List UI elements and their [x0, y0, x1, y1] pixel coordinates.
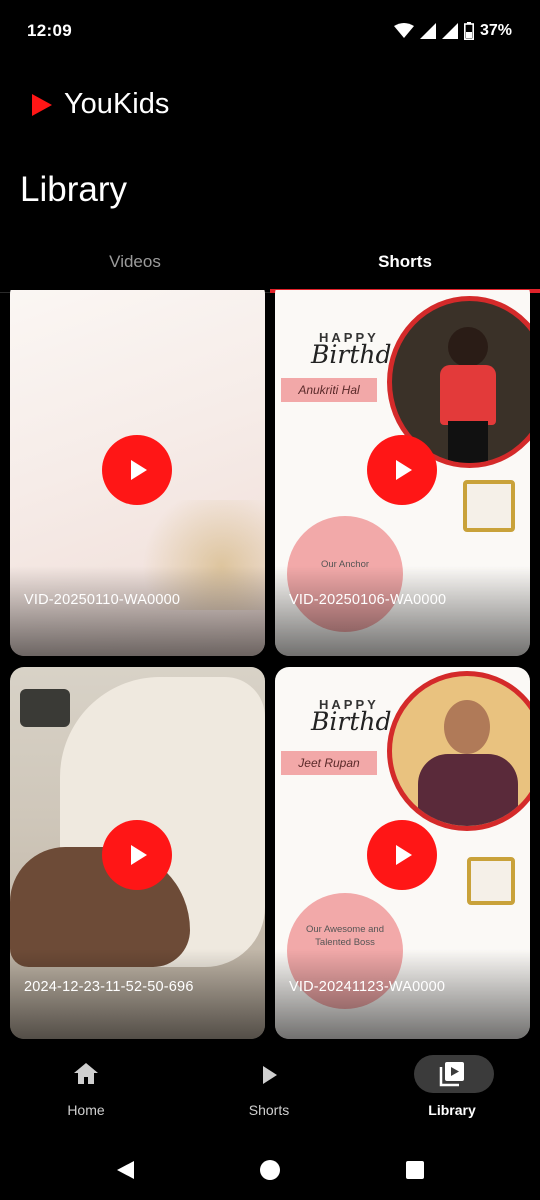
battery-percent: 37%	[479, 22, 512, 39]
tab-videos[interactable]: Videos	[0, 240, 270, 288]
home-icon	[74, 1063, 98, 1084]
nav-label-library: Library	[428, 1102, 476, 1118]
status-icons: 37%	[393, 20, 512, 42]
signal-icon	[419, 23, 436, 39]
play-icon	[263, 1066, 277, 1084]
system-navigation-bar	[0, 1140, 540, 1200]
person-photo	[444, 700, 490, 754]
person-photo	[448, 327, 488, 367]
short-caption: VID-20250106-WA0000	[289, 592, 447, 608]
home-circle-icon[interactable]	[259, 1159, 281, 1181]
short-caption: VID-20241123-WA0000	[289, 979, 446, 995]
person-legs	[448, 421, 488, 463]
app-title: YouKids	[64, 88, 170, 120]
short-card[interactable]: HAPPY Birthday! Anukriti Hal Our Anchor …	[275, 290, 530, 656]
gift-box	[463, 480, 515, 532]
short-caption: VID-20250110-WA0000	[24, 592, 181, 608]
nav-shorts[interactable]: Shorts	[179, 1050, 359, 1130]
wifi-icon	[393, 23, 414, 38]
page-title: Library	[20, 170, 127, 209]
person-body	[440, 365, 496, 425]
library-icon	[439, 1062, 464, 1087]
battery-icon	[463, 22, 474, 40]
caption-gradient	[275, 566, 530, 656]
card-text-name: Anukriti Hal	[281, 378, 377, 402]
app-header: YouKids	[0, 78, 540, 134]
play-button[interactable]	[102, 820, 172, 890]
play-button[interactable]	[102, 435, 172, 505]
short-card[interactable]: VID-20250110-WA0000	[10, 290, 265, 656]
shorts-grid: VID-20250110-WA0000 HAPPY Birthday! Anuk…	[0, 290, 540, 1050]
status-bar: 12:09 37%	[0, 0, 540, 62]
signal-icon-2	[441, 23, 458, 39]
nav-library[interactable]: Library	[362, 1050, 540, 1130]
recents-icon[interactable]	[405, 1160, 425, 1180]
short-caption: 2024-12-23-11-52-50-696	[24, 979, 194, 995]
bottom-navigation: Home Shorts Library	[0, 1050, 540, 1130]
play-button[interactable]	[367, 435, 437, 505]
status-time: 12:09	[27, 21, 72, 40]
short-card[interactable]: 2024-12-23-11-52-50-696	[10, 667, 265, 1039]
play-button[interactable]	[367, 820, 437, 890]
card-text-name: Jeet Rupan	[281, 751, 377, 775]
short-card[interactable]: HAPPY Birthday! Jeet Rupan Our Awesome a…	[275, 667, 530, 1039]
back-icon[interactable]	[114, 1159, 136, 1181]
gift-box	[467, 857, 515, 905]
tab-shorts[interactable]: Shorts	[270, 240, 540, 288]
nav-label-shorts: Shorts	[248, 1102, 290, 1118]
logo-play-icon	[32, 94, 52, 116]
caption-gradient	[10, 566, 265, 656]
nav-label-home: Home	[67, 1102, 105, 1118]
dark-object	[20, 689, 70, 727]
tab-bar: Videos Shorts	[0, 240, 540, 293]
photo-frame	[387, 671, 530, 831]
nav-home[interactable]: Home	[0, 1050, 176, 1130]
person-body	[418, 754, 518, 826]
